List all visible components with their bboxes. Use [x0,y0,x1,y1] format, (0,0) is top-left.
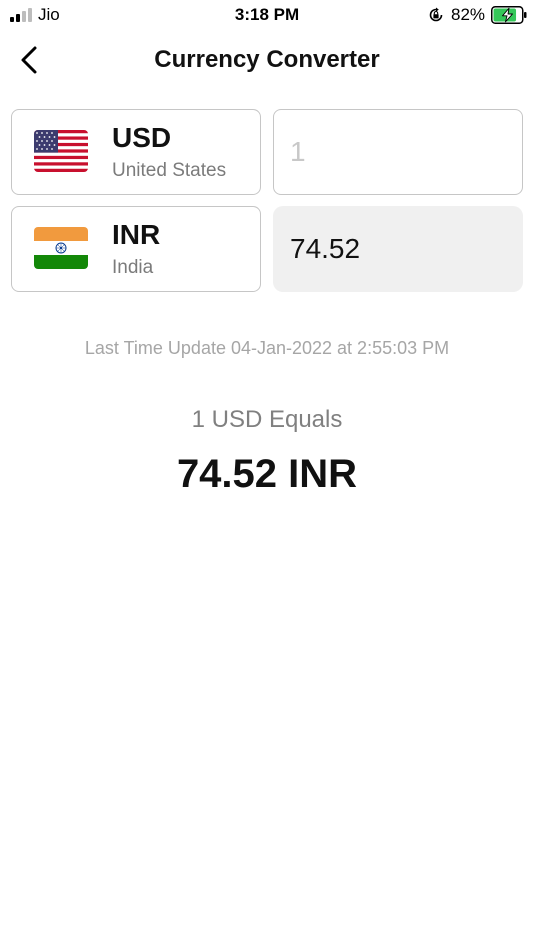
from-currency-code: USD [112,122,172,153]
to-currency-country: India [112,257,154,278]
us-flag-icon [34,130,88,172]
from-currency-country: United States [112,160,227,181]
india-flag-icon [34,227,88,269]
status-bar: Jio 3:18 PM 82% [0,0,534,30]
battery-percent: 82% [451,5,486,24]
page-title: Currency Converter [154,46,380,73]
to-currency-code: INR [112,219,161,250]
to-currency-selector[interactable]: INR India [11,206,261,292]
orientation-lock-icon [429,7,443,22]
amount-input[interactable] [273,109,523,195]
battery-charging-icon [491,6,527,24]
from-currency-selector[interactable]: USD United States [11,109,261,195]
currency-converter-screen: Jio 3:18 PM 82% Currency Converter USD U… [0,0,534,950]
conversion-result: 74.52 INR [176,452,358,496]
converted-amount-field: 74.52 [273,206,523,292]
rate-equals-label: 1 USD Equals [191,406,343,433]
last-update-text: Last Time Update 04-Jan-2022 at 2:55:03 … [84,338,450,358]
